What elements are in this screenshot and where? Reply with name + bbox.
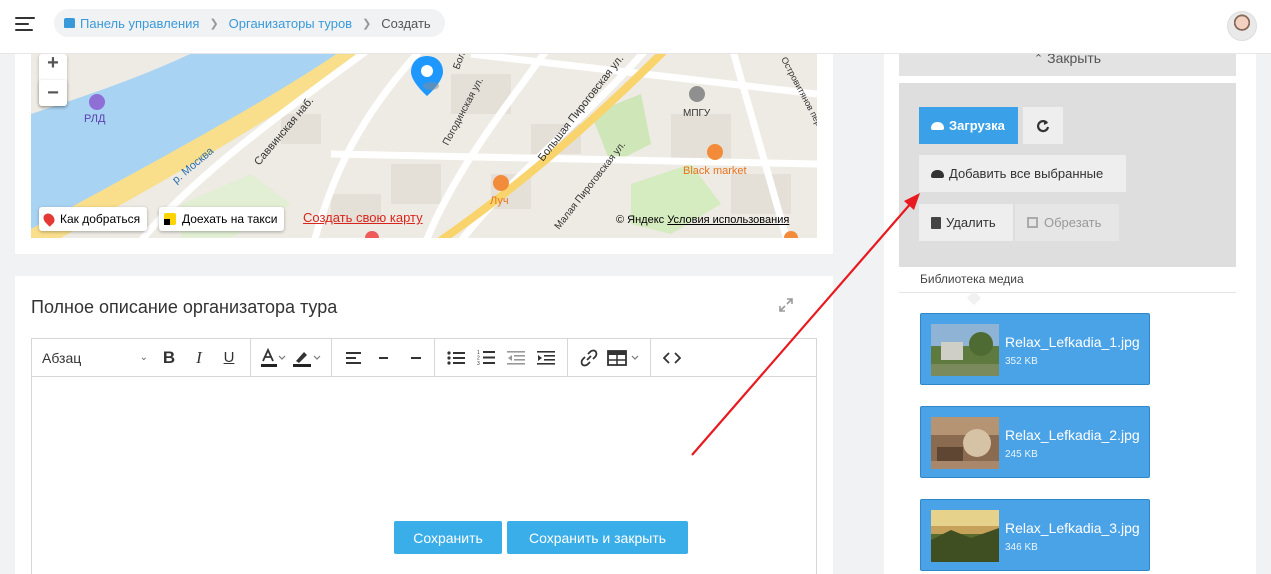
highlight-color-button[interactable] bbox=[289, 343, 325, 373]
code-icon bbox=[663, 351, 681, 364]
map-label-luch: Луч bbox=[490, 195, 509, 207]
save-button[interactable]: Сохранить bbox=[394, 521, 502, 554]
map-card: РЛД р. Москва Саввинская наб. Погодинска… bbox=[15, 54, 833, 254]
align-left-icon bbox=[345, 351, 361, 364]
table-icon bbox=[607, 349, 639, 366]
terms-link[interactable]: Условия использования bbox=[667, 214, 789, 226]
svg-text:3: 3 bbox=[477, 361, 480, 365]
taxi-button-label: Доехать на такси bbox=[182, 212, 278, 226]
outdent-icon bbox=[507, 350, 525, 365]
cloud-download-icon bbox=[931, 169, 944, 178]
menu-toggle-icon[interactable] bbox=[15, 17, 35, 33]
refresh-button[interactable] bbox=[1023, 107, 1063, 144]
link-button[interactable] bbox=[574, 343, 604, 373]
table-button[interactable] bbox=[604, 343, 644, 373]
cloud-upload-icon bbox=[931, 121, 944, 130]
media-item[interactable]: Relax_Lefkadia_2.jpg 245 KB bbox=[920, 406, 1150, 478]
source-code-button[interactable] bbox=[657, 343, 687, 373]
map-zoom-control: + − bbox=[39, 54, 67, 106]
align-right-icon bbox=[406, 352, 421, 364]
media-toolbar-panel: Загрузка Добавить все выбранные Удалить … bbox=[899, 83, 1236, 267]
upload-button[interactable]: Загрузка bbox=[919, 107, 1018, 144]
expand-icon[interactable] bbox=[779, 298, 793, 312]
breadcrumb-current: Создать bbox=[381, 15, 431, 31]
taxi-button[interactable]: Доехать на такси bbox=[159, 207, 285, 231]
notch bbox=[966, 290, 982, 306]
underline-button[interactable]: U bbox=[214, 343, 244, 373]
indent-icon bbox=[537, 350, 555, 365]
media-file-size: 245 KB bbox=[1005, 449, 1038, 460]
divider bbox=[899, 292, 1236, 293]
crop-button-label: Обрезать bbox=[1044, 215, 1102, 230]
highlighter-icon bbox=[293, 351, 321, 367]
media-sidebar: ⌃ Закрыть Загрузка Добавить все выбранны… bbox=[884, 0, 1256, 574]
media-file-name: Relax_Lefkadia_3.jpg bbox=[1005, 520, 1140, 536]
refresh-icon bbox=[1036, 119, 1050, 132]
outdent-button[interactable] bbox=[501, 343, 531, 373]
crop-button[interactable]: Обрезать bbox=[1015, 204, 1119, 241]
add-all-selected-button[interactable]: Добавить все выбранные bbox=[919, 155, 1126, 192]
taxi-icon bbox=[164, 213, 176, 225]
numbered-list-button[interactable]: 123 bbox=[471, 343, 501, 373]
route-button[interactable]: Как добраться bbox=[39, 207, 148, 231]
delete-button-label: Удалить bbox=[946, 215, 996, 230]
trash-icon bbox=[931, 216, 941, 229]
map-label-rld: РЛД bbox=[84, 113, 106, 125]
align-center-button[interactable] bbox=[368, 343, 398, 373]
chevron-right-icon: ❯ bbox=[209, 17, 219, 30]
link-icon bbox=[580, 349, 598, 366]
yandex-map[interactable]: РЛД р. Москва Саввинская наб. Погодинска… bbox=[31, 54, 817, 238]
upload-button-label: Загрузка bbox=[949, 118, 1005, 133]
media-file-size: 352 KB bbox=[1005, 356, 1038, 367]
indent-button[interactable] bbox=[531, 343, 561, 373]
editor-toolbar: Абзац ⌄ B I U 1 2 3 bbox=[32, 338, 816, 377]
map-label-mpgu: МПГУ bbox=[683, 108, 711, 119]
bold-button[interactable]: B bbox=[154, 343, 184, 373]
font-color-button[interactable] bbox=[257, 343, 289, 373]
add-all-selected-label: Добавить все выбранные bbox=[949, 166, 1104, 181]
map-tiles: РЛД р. Москва Саввинская наб. Погодинска… bbox=[31, 54, 817, 238]
delete-button[interactable]: Удалить bbox=[919, 204, 1013, 241]
paragraph-format-select[interactable]: Абзац ⌄ bbox=[36, 343, 154, 373]
media-library-label: Библиотека медиа bbox=[920, 272, 1024, 286]
bullet-list-button[interactable] bbox=[441, 343, 471, 373]
bullet-list-icon bbox=[447, 350, 465, 365]
chevron-down-icon: ⌄ bbox=[139, 352, 148, 363]
home-icon bbox=[64, 18, 75, 28]
media-file-size: 346 KB bbox=[1005, 542, 1038, 553]
zoom-in-button[interactable]: + bbox=[39, 54, 67, 74]
map-label-black-market: Black market bbox=[683, 165, 747, 177]
top-bar: Панель управления ❯ Организаторы туров ❯… bbox=[0, 0, 1271, 54]
align-center-icon bbox=[376, 352, 391, 364]
map-pin-icon bbox=[41, 211, 57, 227]
numbered-list-icon: 123 bbox=[477, 350, 495, 365]
avatar[interactable] bbox=[1227, 11, 1257, 41]
breadcrumb: Панель управления ❯ Организаторы туров ❯… bbox=[54, 9, 445, 37]
media-item[interactable]: Relax_Lefkadia_3.jpg 346 KB bbox=[920, 499, 1150, 571]
align-right-button[interactable] bbox=[398, 343, 428, 373]
italic-button[interactable]: I bbox=[184, 343, 214, 373]
breadcrumb-tour-organizers[interactable]: Организаторы туров bbox=[229, 16, 352, 31]
map-copyright: © Яндекс Условия использования bbox=[616, 214, 789, 226]
paragraph-format-value: Абзац bbox=[42, 349, 82, 366]
breadcrumb-home[interactable]: Панель управления bbox=[80, 16, 199, 31]
media-file-name: Relax_Lefkadia_2.jpg bbox=[1005, 427, 1140, 443]
align-left-button[interactable] bbox=[338, 343, 368, 373]
image-thumbnail bbox=[931, 510, 999, 562]
yandex-copyright: © Яндекс bbox=[616, 214, 665, 226]
chevron-right-icon: ❯ bbox=[362, 17, 372, 30]
image-thumbnail bbox=[931, 324, 999, 376]
image-thumbnail bbox=[931, 417, 999, 469]
page-scrollbar[interactable] bbox=[1256, 0, 1271, 574]
save-and-close-button[interactable]: Сохранить и закрыть bbox=[507, 521, 688, 554]
create-map-link[interactable]: Создать свою карту bbox=[303, 210, 423, 225]
media-file-name: Relax_Lefkadia_1.jpg bbox=[1005, 334, 1140, 350]
zoom-out-button[interactable]: − bbox=[39, 80, 67, 106]
media-item[interactable]: Relax_Lefkadia_1.jpg 352 KB bbox=[920, 313, 1150, 385]
description-title: Полное описание организатора тура bbox=[31, 297, 338, 317]
font-color-icon bbox=[261, 347, 286, 367]
route-button-label: Как добраться bbox=[60, 212, 141, 226]
crop-icon bbox=[1027, 217, 1038, 228]
